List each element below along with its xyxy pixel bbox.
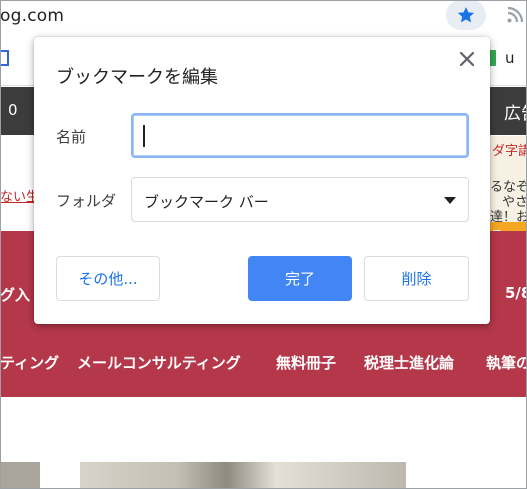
menu-item[interactable]: 無料冊子 [276,352,336,373]
text-cursor [143,125,145,147]
bookmark-label[interactable]: u [505,49,515,67]
nav-ad-label: 広告 [504,104,527,124]
feed-icon[interactable] [506,6,524,24]
done-button[interactable]: 完了 [248,256,352,301]
bookmark-star-button[interactable] [446,0,486,30]
name-input[interactable] [131,113,469,158]
ad-line: ダ字講 [492,144,527,159]
thumbnail-image[interactable] [0,462,40,489]
delete-button[interactable]: 削除 [364,256,469,301]
folder-select[interactable]: ブックマーク バー [131,177,469,222]
close-icon [460,52,474,66]
url-text[interactable]: og.com [0,6,64,26]
more-button[interactable]: その他... [56,256,160,301]
close-button[interactable] [456,48,478,70]
article-image[interactable] [80,462,406,489]
name-label: 名前 [56,128,87,146]
menu-item[interactable]: ティング [0,352,59,373]
menu-item[interactable]: 執筆の [486,352,527,373]
address-bar[interactable]: og.com [0,0,527,34]
edit-bookmark-dialog: ブックマークを編集 名前 フォルダ ブックマーク バー その他... 完了 削除 [34,37,490,324]
dropdown-arrow-icon [444,197,456,204]
band-text: グ入 [0,286,31,304]
band-text: 5/8 [505,284,527,302]
dialog-title: ブックマークを編集 [56,67,218,88]
bookmark-favicon[interactable] [0,50,9,66]
nav-count: 0 [8,101,18,119]
folder-value: ブックマーク バー [144,193,269,211]
menu-item[interactable]: メールコンサルティング [77,352,241,373]
star-icon [457,7,475,23]
folder-label: フォルダ [56,192,117,210]
menu-item[interactable]: 税理士進化論 [364,352,454,373]
